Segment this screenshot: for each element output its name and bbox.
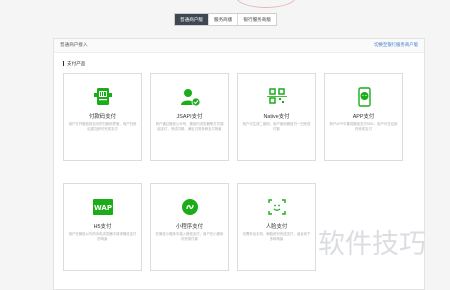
product-card-h5[interactable]: WAP H5支付 用户在微信以外的手机浏览器中请求微信支付的场景 xyxy=(63,183,142,271)
tab-bank-service-provider[interactable]: 银行服务商版 xyxy=(238,14,276,25)
product-card-miniprogram[interactable]: 小程序支付 在微信小程序中接入微信支付，用户在小程序内完成付款 xyxy=(150,183,229,271)
product-card-native[interactable]: Native支付 商户可生成二维码，用户使用微信扫一扫完成付款 xyxy=(237,73,316,161)
product-desc: 商户APP中集成微信支付SDK，用户可在应用内完成支付 xyxy=(329,122,398,131)
product-label: 人脸支付 xyxy=(265,224,288,230)
wap-icon: WAP xyxy=(92,199,113,215)
svg-text:WAP: WAP xyxy=(94,204,112,212)
product-label: APP支付 xyxy=(352,114,375,120)
switch-version-link[interactable]: 切换至银行服务商户版 xyxy=(374,42,418,48)
product-label: 付款码支付 xyxy=(89,114,116,120)
product-desc: 商户可生成二维码，用户使用微信扫一扫完成付款 xyxy=(242,122,311,131)
product-label: H5支付 xyxy=(93,224,112,230)
product-card-micropay[interactable]: 付款码支付 用户打开微信钱包中的付款码界面，商户扫码后提交即可完成支付 xyxy=(63,73,142,161)
product-label: Native支付 xyxy=(263,114,290,120)
product-label: 小程序支付 xyxy=(176,224,203,230)
payment-code-icon xyxy=(93,88,112,105)
product-desc: 商户通过微信公众号、微信内浏览器等方式调起支付，完成付款，满足日常多种支付场景 xyxy=(155,122,224,131)
product-card-app[interactable]: APP支付 商户APP中集成微信支付SDK，用户可在应用内完成支付 xyxy=(324,73,403,161)
product-card-face[interactable]: 人脸支付 无需拿出手机，刷脸即可完成支付，适合线下多种场景 xyxy=(237,183,316,271)
product-desc: 用户打开微信钱包中的付款码界面，商户扫码后提交即可完成支付 xyxy=(68,122,137,131)
panel-title: 普通商户接入 xyxy=(60,42,88,47)
version-tabs: 普通商户版 服务商版 银行服务商版 xyxy=(174,13,277,26)
mini-program-icon xyxy=(181,199,198,215)
product-label: JSAPI支付 xyxy=(176,114,203,120)
qr-code-icon xyxy=(266,88,287,104)
tab-merchant[interactable]: 普通商户版 xyxy=(175,14,209,25)
product-desc: 用户在微信以外的手机浏览器中请求微信支付的场景 xyxy=(68,232,137,241)
product-desc: 无需拿出手机，刷脸即可完成支付，适合线下多种场景 xyxy=(242,232,311,241)
panel-header: 普通商户接入 切换至银行服务商户版 xyxy=(54,39,424,53)
face-scan-icon xyxy=(267,199,286,215)
decorative-arc xyxy=(236,0,296,8)
tab-service-provider[interactable]: 服务商版 xyxy=(209,14,239,25)
section-title: 支付产品 xyxy=(63,61,85,66)
phone-chat-icon xyxy=(357,87,371,107)
watermark-text: 软件技巧 xyxy=(318,229,426,260)
product-card-jsapi[interactable]: JSAPI支付 商户通过微信公众号、微信内浏览器等方式调起支付，完成付款，满足日… xyxy=(150,73,229,161)
product-desc: 在微信小程序中接入微信支付，用户在小程序内完成付款 xyxy=(155,232,224,241)
user-check-icon xyxy=(180,89,200,107)
